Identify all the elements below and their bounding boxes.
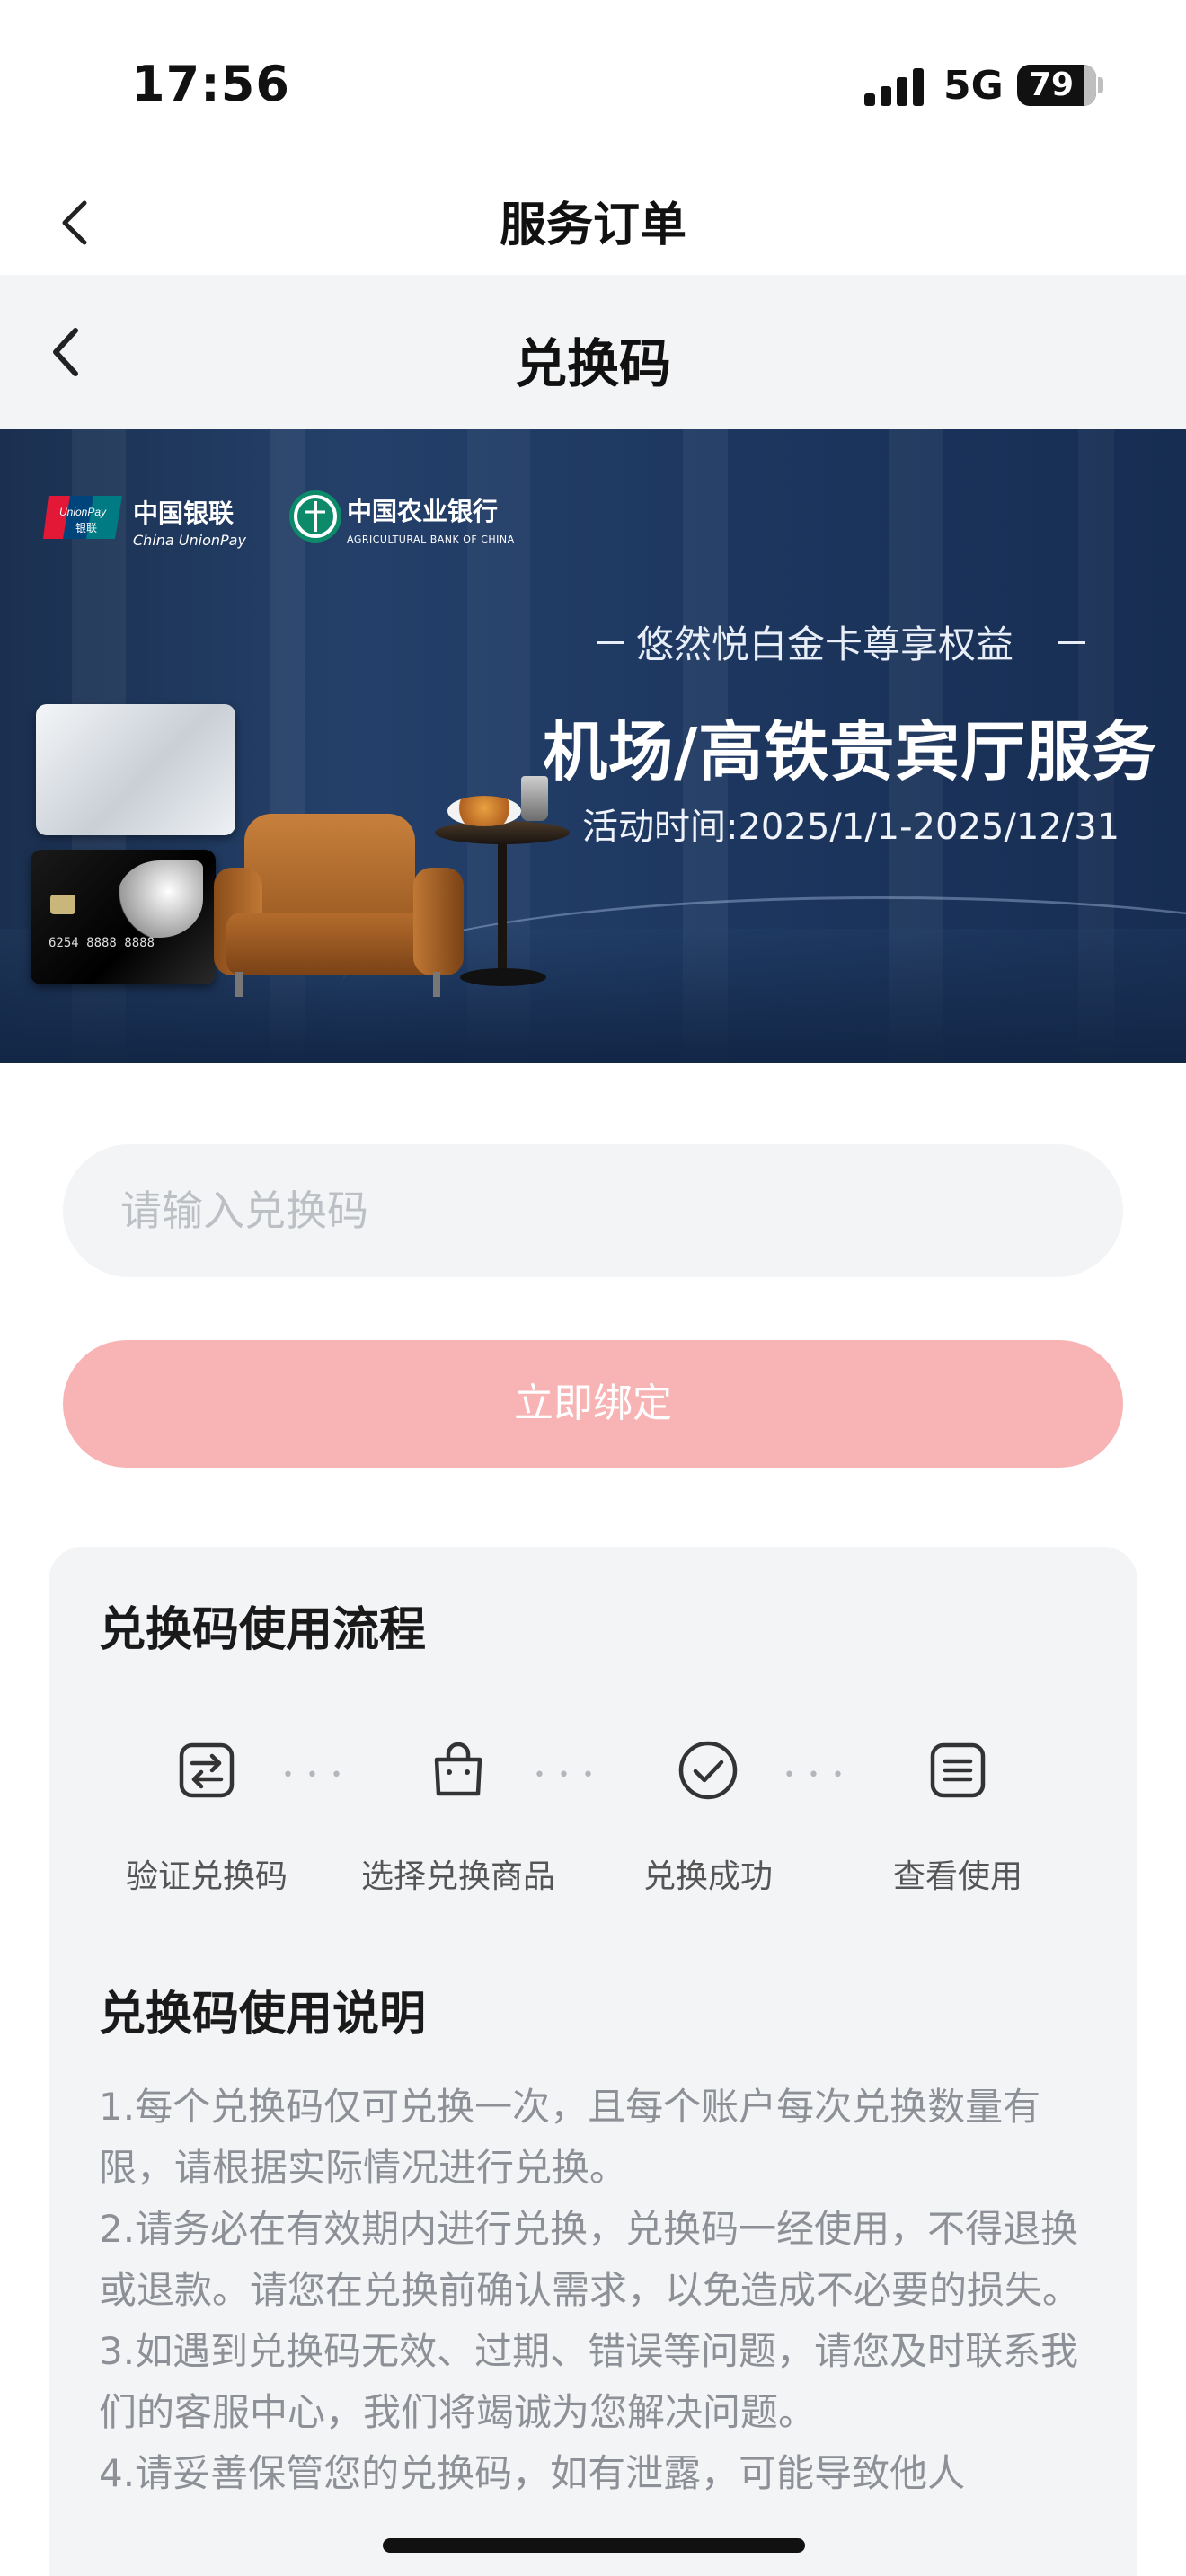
card-chip-icon xyxy=(50,895,75,914)
shopping-bag-icon xyxy=(434,1742,482,1796)
signal-icon xyxy=(864,68,924,106)
wing-icon xyxy=(117,860,203,938)
side-table-top xyxy=(435,821,570,844)
battery-cap xyxy=(1098,77,1103,93)
bind-now-button[interactable]: 立即绑定 xyxy=(63,1340,1123,1468)
side-table-leg xyxy=(498,841,507,975)
status-time: 17:56 xyxy=(131,56,290,112)
banner-date: 活动时间:2025/1/1-2025/12/31 xyxy=(582,807,1120,848)
card-number: 6254 8888 8888 xyxy=(49,936,155,950)
instructions-title: 兑换码使用说明 xyxy=(99,1988,427,2042)
abc-bank-cn: 中国农业银行 xyxy=(347,497,499,526)
platinum-card-black: 6254 8888 8888 xyxy=(31,850,216,984)
check-circle-icon xyxy=(678,1741,738,1800)
promo-banner[interactable]: UnionPay 银联 中国银联 China UnionPay 中国农业银行 A… xyxy=(0,429,1186,1063)
instruction-item: 3.如遇到兑换码无效、过期、错误等问题，请您及时联系我们的客服中心，我们将竭诚为… xyxy=(99,2329,1079,2434)
instructions-list: 1.每个兑换码仅可兑换一次，且每个账户每次兑换数量有限，请根据实际情况进行兑换。… xyxy=(99,2077,1096,2504)
unionpay-en: China UnionPay xyxy=(133,532,246,549)
flow-connector-dots: ••• xyxy=(783,1764,856,1786)
flow-title: 兑换码使用流程 xyxy=(99,1603,427,1657)
flow-step-label: 选择兑换商品 xyxy=(360,1858,555,1895)
list-icon xyxy=(930,1742,986,1798)
network-type: 5G xyxy=(943,63,1004,109)
flow-step-label: 查看使用 xyxy=(892,1858,1022,1895)
svg-text:银联: 银联 xyxy=(75,522,97,534)
drink-glass-illustration xyxy=(521,776,548,821)
food-plate-illustration xyxy=(447,796,521,826)
status-bar: 17:56 5G 79 xyxy=(0,0,1186,171)
instruction-item: 4.请妥善保管您的兑换码，如有泄露，可能导致他人 xyxy=(99,2451,966,2495)
flow-step-label: 验证兑换码 xyxy=(125,1858,288,1895)
unionpay-logo: UnionPay 银联 xyxy=(43,496,122,539)
battery-icon: 79 xyxy=(1017,65,1096,106)
abc-bank-logo-text: 中国农业银行 AGRICULTURAL BANK OF CHINA xyxy=(347,492,515,545)
page: 17:56 5G 79 服务订单 兑换码 UnionPay 银联 中国银联 Ch… xyxy=(0,0,1186,2576)
inner-page-title: 兑换码 xyxy=(514,333,671,394)
instruction-item: 2.请务必在有效期内进行兑换，兑换码一经使用，不得退换或退款。请您在兑换前确认需… xyxy=(99,2207,1081,2312)
banner-title: 机场/高铁贵宾厅服务 xyxy=(543,714,1158,790)
outer-nav-bar: 服务订单 xyxy=(0,171,1186,275)
svg-text:UnionPay: UnionPay xyxy=(59,506,107,518)
side-table-base xyxy=(460,968,546,986)
flow-connector-dots: ••• xyxy=(534,1764,606,1786)
flow-step-label: 兑换成功 xyxy=(642,1858,773,1895)
instruction-item: 1.每个兑换码仅可兑换一次，且每个账户每次兑换数量有限，请根据实际情况进行兑换。 xyxy=(99,2085,1041,2190)
unionpay-cn: 中国银联 xyxy=(133,498,235,528)
flow-connector-dots: ••• xyxy=(282,1764,355,1786)
unionpay-logo-text: 中国银联 China UnionPay xyxy=(133,494,246,549)
platinum-card-white xyxy=(36,704,235,835)
abc-bank-en: AGRICULTURAL BANK OF CHINA xyxy=(347,534,515,545)
redeem-code-input[interactable] xyxy=(63,1144,1123,1277)
abc-bank-logo xyxy=(289,490,341,543)
inner-nav-bar: 兑换码 xyxy=(0,275,1186,429)
home-indicator[interactable] xyxy=(383,2538,805,2553)
info-panel: 兑换码使用流程 兑换码使用说明 1.每个兑换码仅可兑换一次，且每个账户每次兑换数… xyxy=(49,1547,1137,2576)
outer-page-title: 服务订单 xyxy=(499,198,686,252)
exchange-icon xyxy=(179,1742,235,1798)
banner-subtitle: 悠然悦白金卡尊享权益 xyxy=(636,622,1014,666)
battery-level: 79 xyxy=(1028,66,1075,103)
armchair-illustration xyxy=(208,814,478,1002)
